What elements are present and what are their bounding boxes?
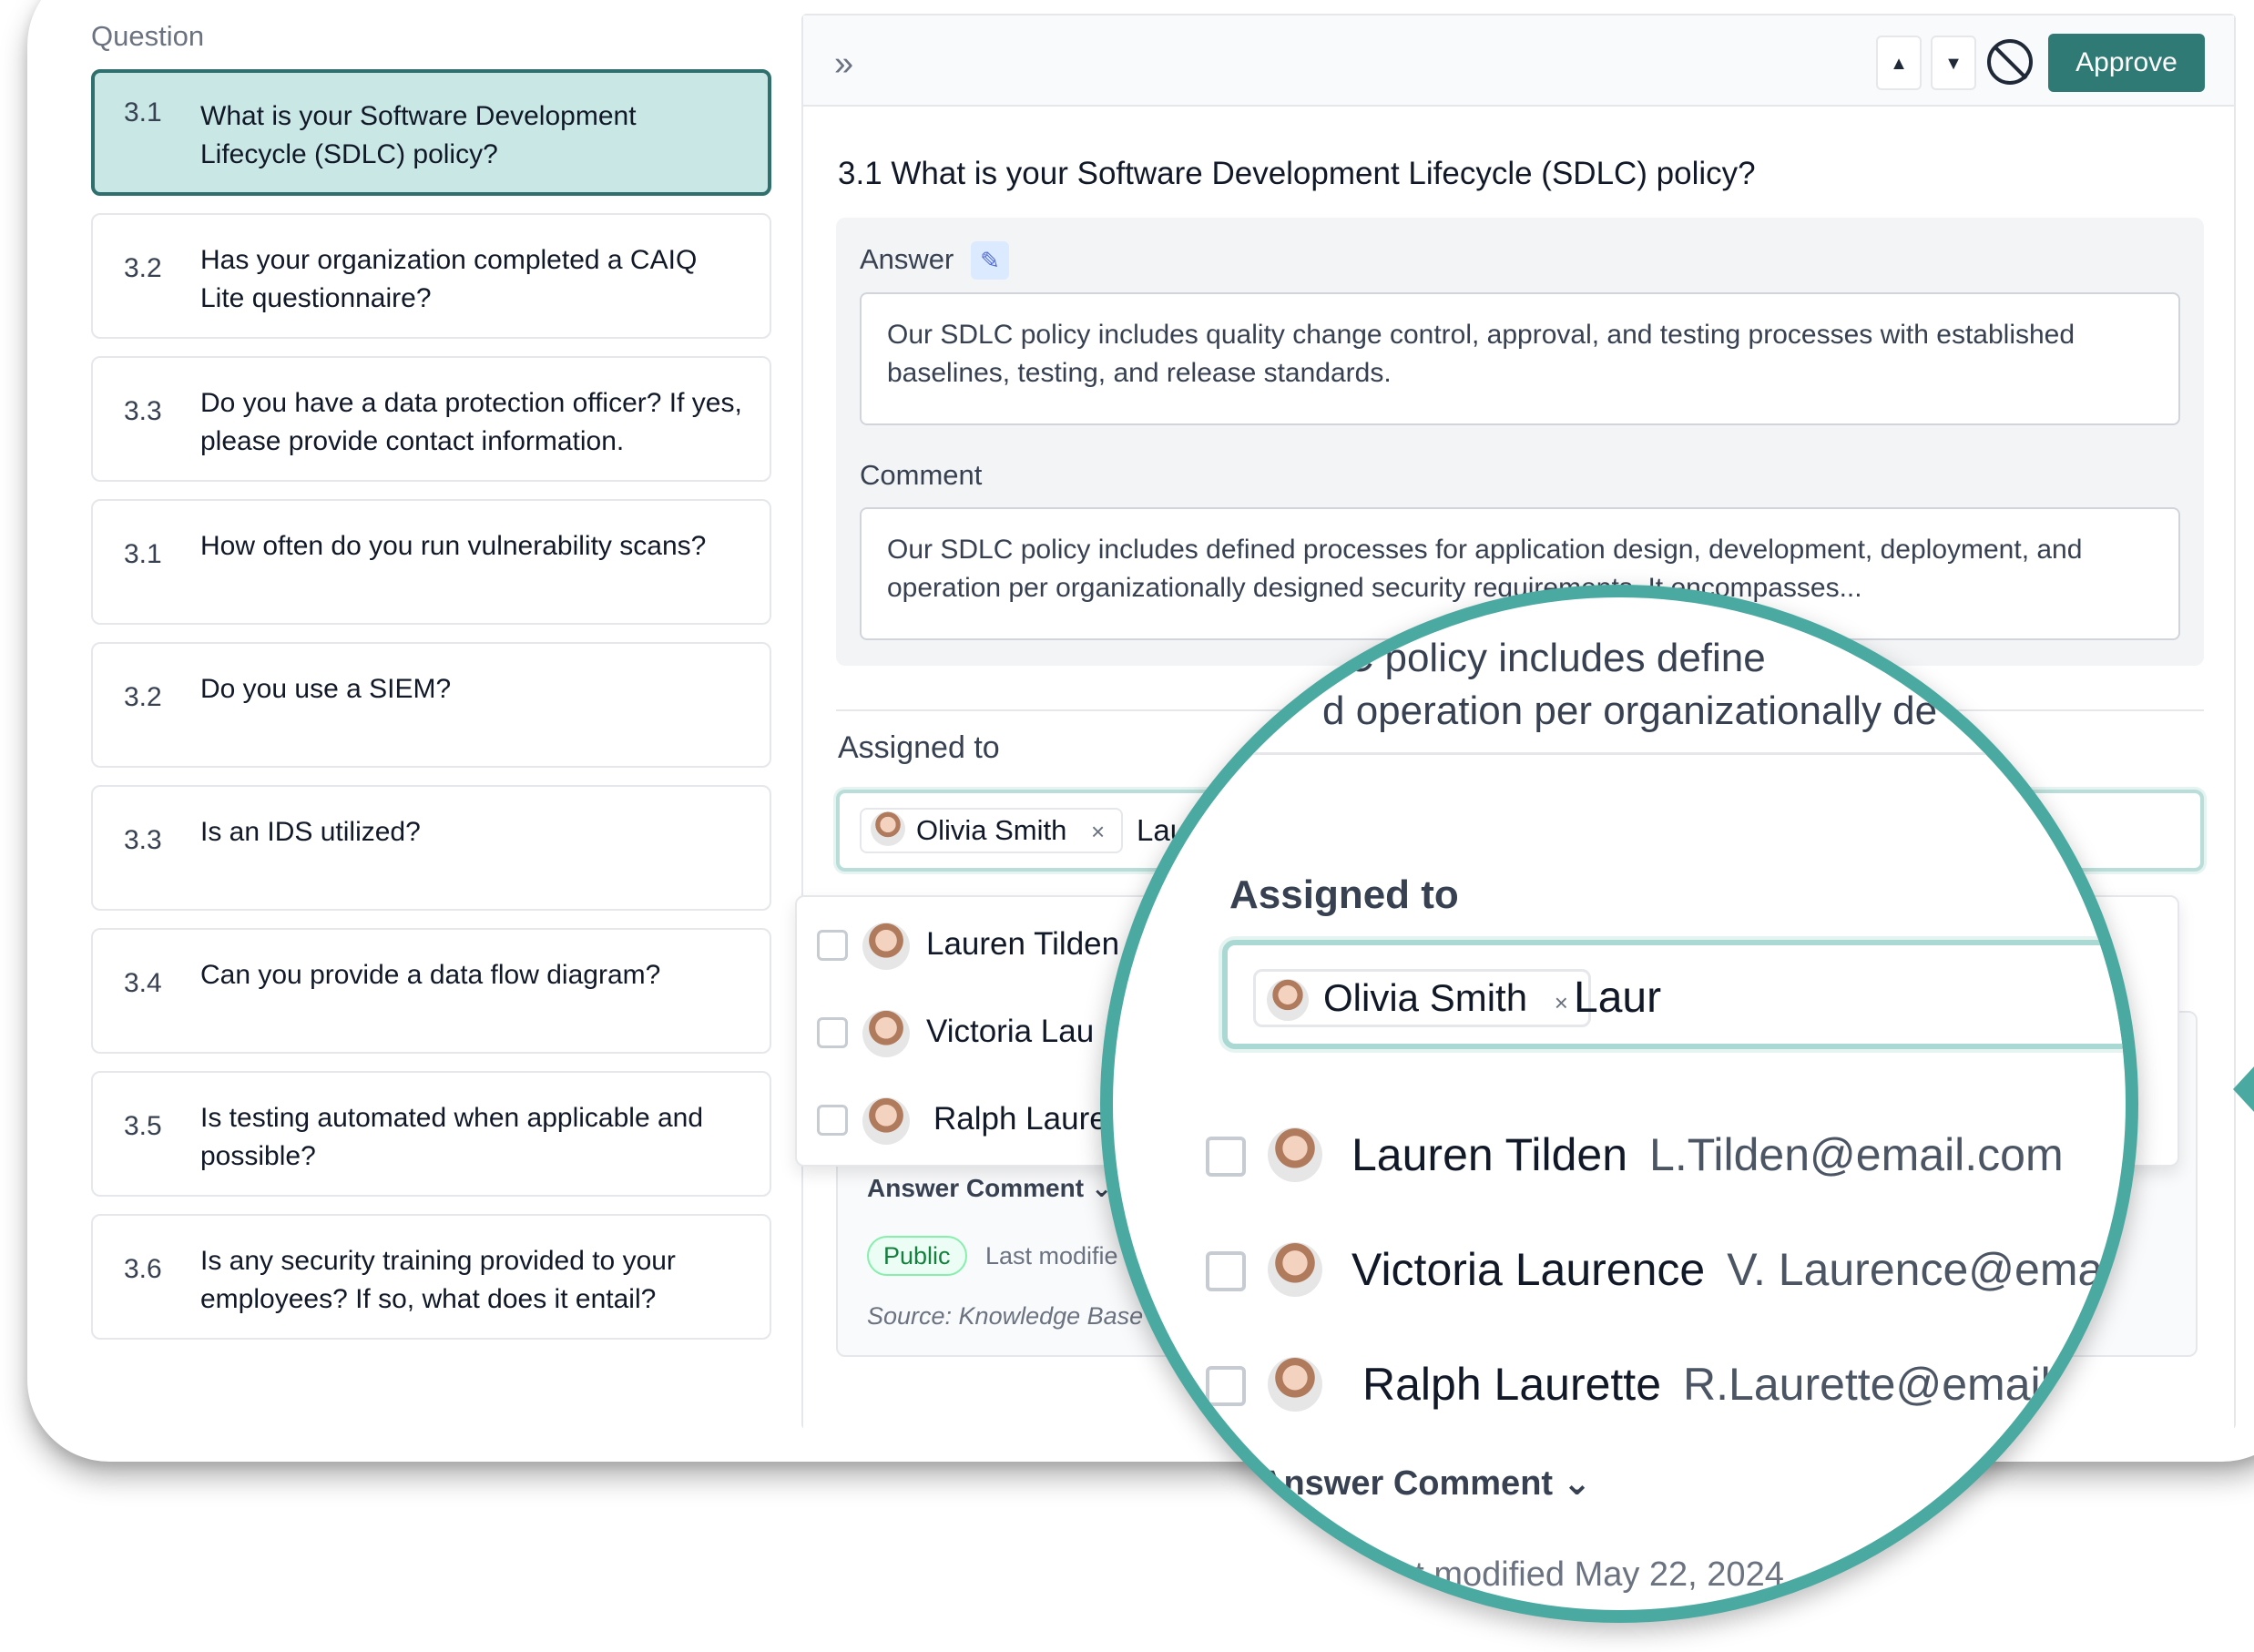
option-name: Victoria Laurence bbox=[1351, 1244, 1706, 1295]
next-question-button[interactable]: ▼ bbox=[1931, 36, 1976, 90]
magnified-content: LC policy includes define d operation pe… bbox=[1113, 597, 2137, 1610]
assignee-chip-name: Olivia Smith bbox=[916, 814, 1067, 846]
prohibited-icon[interactable] bbox=[1987, 39, 2033, 85]
chevron-down-icon: ⌄ bbox=[1562, 1464, 1592, 1503]
option-name: Ralph Laurette bbox=[1362, 1359, 1662, 1410]
option-checkbox[interactable] bbox=[817, 1017, 848, 1048]
remove-chip-icon[interactable]: × bbox=[1555, 989, 1568, 1016]
avatar bbox=[862, 923, 910, 970]
option-name: Ralph Laure bbox=[933, 1101, 1107, 1137]
question-text: Has your organization completed a CAIQ L… bbox=[200, 245, 698, 313]
question-item-3[interactable]: 3.3 Do you have a data protection office… bbox=[91, 356, 771, 482]
question-text: Is any security training provided to you… bbox=[200, 1246, 676, 1314]
option-checkbox[interactable] bbox=[1206, 1137, 1246, 1177]
question-item-2[interactable]: 3.2 Has your organization completed a CA… bbox=[91, 213, 771, 339]
question-item-7[interactable]: 3.4 Can you provide a data flow diagram? bbox=[91, 928, 771, 1054]
avatar bbox=[1268, 1127, 1322, 1182]
caret-up-icon: ▲ bbox=[1890, 54, 1908, 74]
option-checkbox[interactable] bbox=[1206, 1366, 1246, 1406]
magnified-search-text[interactable]: Laur bbox=[1574, 969, 1661, 1027]
question-title: 3.1 What is your Software Development Li… bbox=[838, 156, 1756, 191]
magnified-assignee-input[interactable]: Olivia Smith × Laur bbox=[1222, 940, 2126, 1049]
question-number: 3.3 bbox=[124, 825, 162, 855]
option-label: Victoria Laurence V. Laurence@email. bbox=[1351, 1233, 2137, 1306]
option-name: Lauren Tilden bbox=[926, 926, 1120, 962]
option-checkbox[interactable] bbox=[817, 930, 848, 961]
double-chevron-right-icon[interactable]: » bbox=[834, 45, 853, 84]
question-item-6[interactable]: 3.3 Is an IDS utilized? bbox=[91, 785, 771, 911]
question-number: 3.4 bbox=[124, 968, 162, 998]
avatar bbox=[862, 1010, 910, 1057]
caret-down-icon: ▼ bbox=[1944, 54, 1963, 74]
option-label: Ralph Laurette R.Laurette@email.c bbox=[1362, 1348, 2086, 1421]
avatar bbox=[1268, 1357, 1322, 1412]
question-text: Do you use a SIEM? bbox=[200, 674, 452, 704]
option-name: Lauren Tilden bbox=[1351, 1129, 1628, 1180]
question-item-1[interactable]: 3.1 What is your Software Development Li… bbox=[91, 69, 771, 196]
answer-textarea[interactable]: Our SDLC policy includes quality change … bbox=[860, 292, 2180, 425]
magnified-chip-name: Olivia Smith bbox=[1323, 976, 1528, 1019]
question-text: What is your Software Development Lifecy… bbox=[200, 101, 637, 169]
answer-comment-label: Answer Comment bbox=[867, 1174, 1085, 1202]
option-email: R.Laurette@email.c bbox=[1683, 1359, 2086, 1410]
option-email: V. Laurence@email. bbox=[1727, 1244, 2137, 1295]
assigned-to-label: Assigned to bbox=[838, 730, 1000, 765]
remove-chip-icon[interactable]: × bbox=[1091, 818, 1105, 845]
avatar bbox=[1267, 979, 1309, 1021]
answer-comment-label: Answer Comment bbox=[1259, 1464, 1554, 1503]
question-item-5[interactable]: 3.2 Do you use a SIEM? bbox=[91, 642, 771, 768]
question-text: Can you provide a data flow diagram? bbox=[200, 960, 661, 990]
question-number: 3.5 bbox=[124, 1111, 162, 1141]
magnified-assigned-label: Assigned to bbox=[1229, 872, 1459, 917]
option-email: L.Tilden@email.com bbox=[1649, 1129, 2064, 1180]
question-text: Do you have a data protection officer? I… bbox=[200, 388, 742, 456]
avatar bbox=[862, 1097, 910, 1145]
question-number: 3.1 bbox=[124, 97, 162, 127]
question-number: 3.6 bbox=[124, 1254, 162, 1284]
source-text: Source: Knowledge Base bbox=[867, 1302, 1144, 1330]
option-label: Lauren Tilden L.Tilden@email.com bbox=[1351, 1118, 2064, 1191]
previous-question-button[interactable]: ▲ bbox=[1876, 36, 1922, 90]
magic-wand-icon[interactable]: ✎ bbox=[971, 241, 1009, 280]
detail-toolbar: » ▲ ▼ Approve bbox=[803, 15, 2234, 107]
assignee-chip[interactable]: Olivia Smith × bbox=[860, 808, 1124, 853]
option-checkbox[interactable] bbox=[817, 1105, 848, 1136]
last-modified-text: Last modifie bbox=[985, 1242, 1118, 1270]
magnified-divider bbox=[1177, 752, 2126, 755]
magnified-line-2: d operation per organizationally de bbox=[1322, 688, 1938, 733]
question-item-4[interactable]: 3.1 How often do you run vulnerability s… bbox=[91, 499, 771, 625]
question-text: Is testing automated when applicable and… bbox=[200, 1103, 704, 1171]
option-name: Victoria Lau bbox=[926, 1014, 1095, 1049]
question-number: 3.1 bbox=[124, 539, 162, 569]
option-checkbox[interactable] bbox=[1206, 1251, 1246, 1291]
question-text: Is an IDS utilized? bbox=[200, 817, 421, 847]
avatar bbox=[871, 811, 905, 846]
question-column-header: Question bbox=[91, 20, 205, 52]
question-item-8[interactable]: 3.5 Is testing automated when applicable… bbox=[91, 1071, 771, 1197]
comment-label: Comment bbox=[860, 459, 983, 491]
question-item-9[interactable]: 3.6 Is any security training provided to… bbox=[91, 1214, 771, 1340]
magnifier-lens: LC policy includes define d operation pe… bbox=[1100, 585, 2138, 1623]
magnified-answer-comment-toggle[interactable]: Answer Comment ⌄ bbox=[1259, 1463, 1591, 1504]
magnified-assignee-chip[interactable]: Olivia Smith × bbox=[1253, 969, 1591, 1027]
question-list: 3.1 What is your Software Development Li… bbox=[91, 69, 771, 1357]
magnified-comment-text: LC policy includes define d operation pe… bbox=[1322, 632, 1937, 738]
magnified-last-modified: Last modified May 22, 2024 bbox=[1359, 1555, 1784, 1594]
approve-button[interactable]: Approve bbox=[2048, 34, 2205, 92]
side-tab[interactable] bbox=[2233, 1066, 2254, 1113]
public-badge: Public bbox=[867, 1236, 967, 1276]
magnified-line-1: LC policy includes define bbox=[1322, 636, 1766, 680]
avatar bbox=[1268, 1242, 1322, 1297]
answer-label: Answer bbox=[860, 243, 954, 275]
question-number: 3.2 bbox=[124, 682, 162, 712]
answer-comment-toggle[interactable]: Answer Comment ⌄ bbox=[867, 1173, 1112, 1203]
question-number: 3.2 bbox=[124, 253, 162, 283]
question-text: How often do you run vulnerability scans… bbox=[200, 531, 707, 561]
question-number: 3.3 bbox=[124, 396, 162, 426]
